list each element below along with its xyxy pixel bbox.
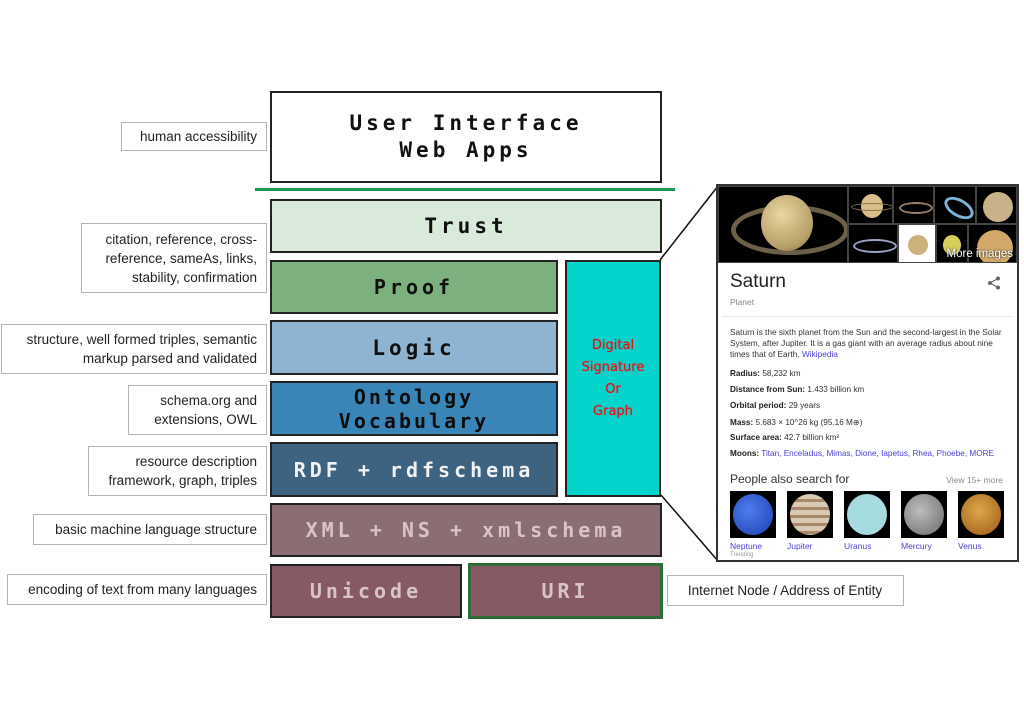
entity-description: Saturn is the sixth planet from the Sun … xyxy=(730,327,1012,361)
related-uranus-image[interactable] xyxy=(844,491,890,538)
saturn-main-image[interactable] xyxy=(718,186,848,263)
fact-label: Distance from Sun: xyxy=(730,385,806,394)
trending-label: Trending xyxy=(730,552,754,558)
note-xml: basic machine language structure xyxy=(33,514,267,545)
related-mercury-image[interactable] xyxy=(901,491,947,538)
fact-moons: Moons: Titan, Enceladus, Mimas, Dione, I… xyxy=(730,449,994,458)
fact-value: 29 years xyxy=(788,401,821,410)
fact-label: Orbital period: xyxy=(730,401,787,410)
fact-label: Mass: xyxy=(730,418,754,427)
note-trust-proof: citation, reference, cross- reference, s… xyxy=(81,223,267,293)
more-images-link[interactable]: More images xyxy=(947,248,1013,260)
layer-rdf: RDF + rdfschema xyxy=(270,442,558,497)
knowledge-panel: More images Saturn Planet Saturn is the … xyxy=(716,184,1019,562)
layer-proof: Proof xyxy=(270,260,558,314)
fact-label: Moons: xyxy=(730,449,760,458)
related-jupiter-link[interactable]: Jupiter xyxy=(787,541,813,551)
share-icon[interactable] xyxy=(987,276,1001,290)
related-venus-image[interactable] xyxy=(958,491,1004,538)
fact-orbital-period: Orbital period: 29 years xyxy=(730,401,820,410)
fact-label: Radius: xyxy=(730,369,761,378)
saturn-thumb-6[interactable] xyxy=(898,224,936,263)
layer-digital-signature: Digital Signature Or Graph xyxy=(565,260,661,497)
fact-value: 1.433 billion km xyxy=(807,385,865,394)
related-neptune-image[interactable] xyxy=(730,491,776,538)
connector-line-top xyxy=(659,185,719,261)
wikipedia-link[interactable]: Wikipedia xyxy=(802,349,838,359)
related-venus-link[interactable]: Venus xyxy=(958,541,982,551)
saturn-thumb-4[interactable] xyxy=(976,186,1017,224)
related-uranus-link[interactable]: Uranus xyxy=(844,541,871,551)
note-logic: structure, well formed triples, semantic… xyxy=(1,324,267,374)
note-unicode: encoding of text from many languages xyxy=(7,574,267,605)
fact-value: 5.683 × 10^26 kg (95.16 M⊕) xyxy=(755,418,863,427)
layer-xml: XML + NS + xmlschema xyxy=(270,503,662,557)
layer-ontology-vocabulary: Ontology Vocabulary xyxy=(270,381,558,436)
fact-value: 58,232 km xyxy=(762,369,801,378)
view-more-link[interactable]: View 15+ more xyxy=(946,475,1003,485)
saturn-thumb-1[interactable] xyxy=(848,186,893,224)
saturn-thumb-5[interactable] xyxy=(848,224,898,263)
layer-unicode: Unicode xyxy=(270,564,462,618)
layer-trust: Trust xyxy=(270,199,662,253)
note-uri: Internet Node / Address of Entity xyxy=(667,575,904,606)
people-also-search-heading: People also search for xyxy=(730,472,850,486)
panel-separator xyxy=(722,316,1013,317)
entity-type: Planet xyxy=(730,297,755,307)
entity-title: Saturn xyxy=(730,271,786,292)
layer-user-interface: User Interface Web Apps xyxy=(270,91,662,183)
note-human-accessibility: human accessibility xyxy=(121,122,267,151)
fact-value: 42.7 billion km² xyxy=(784,433,840,442)
saturn-thumb-3[interactable] xyxy=(934,186,976,224)
fact-surface-area: Surface area: 42.7 billion km² xyxy=(730,433,839,442)
fact-distance: Distance from Sun: 1.433 billion km xyxy=(730,385,864,394)
image-gallery[interactable]: More images xyxy=(718,186,1017,263)
fact-mass: Mass: 5.683 × 10^26 kg (95.16 M⊕) xyxy=(730,417,862,427)
related-mercury-link[interactable]: Mercury xyxy=(901,541,932,551)
connector-line-bottom xyxy=(660,494,719,562)
related-neptune-link[interactable]: Neptune xyxy=(730,541,762,551)
description-text: Saturn is the sixth planet from the Sun … xyxy=(730,327,1002,360)
note-ontology: schema.org and extensions, OWL xyxy=(128,385,267,435)
layer-uri: URI xyxy=(468,563,663,619)
related-jupiter-image[interactable] xyxy=(787,491,833,538)
moons-links[interactable]: Titan, Enceladus, Mimas, Dione, Iapetus,… xyxy=(761,449,994,458)
layer-logic: Logic xyxy=(270,320,558,375)
saturn-thumb-2[interactable] xyxy=(893,186,934,224)
note-rdf: resource description framework, graph, t… xyxy=(88,446,267,496)
fact-label: Surface area: xyxy=(730,433,782,442)
fact-radius: Radius: 58,232 km xyxy=(730,369,801,378)
layer-divider-line xyxy=(255,188,675,191)
